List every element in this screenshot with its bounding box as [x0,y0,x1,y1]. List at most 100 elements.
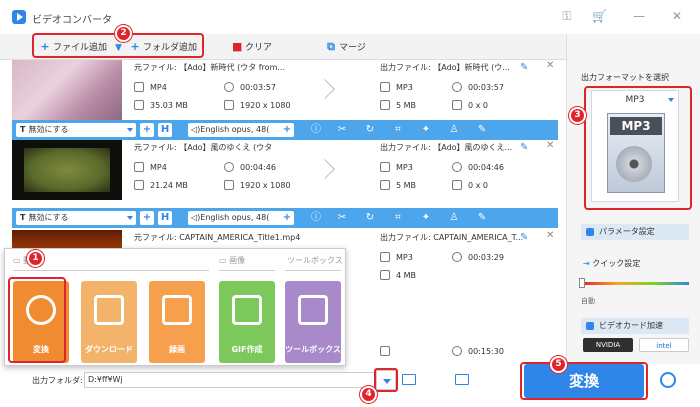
slider-auto-label: 自動 [581,297,595,305]
text-icon: T [20,125,26,134]
slider-handle[interactable] [579,278,585,288]
watermark-icon[interactable]: ♙ [448,212,460,224]
nvidia-badge: NVIDIA [583,338,633,352]
resolution-icon [224,180,234,190]
source-file-name: 元ファイル: 【Ado】新時代 (ウタ from... [134,63,285,72]
close-button[interactable]: ✕ [670,9,684,23]
edit-name-icon[interactable]: ✎ [520,232,528,243]
record-tile[interactable]: 録画 [149,281,205,363]
output-format [380,346,396,356]
thumbnail-scene [24,148,110,192]
add-subtitle-button[interactable]: + [140,123,154,137]
alarm-clock-icon[interactable] [660,372,676,388]
output-size: 4 MB [380,270,416,280]
output-folder-input[interactable]: D:¥ff¥Wj [84,372,378,388]
hardsub-button[interactable]: H [158,211,172,225]
crop-icon[interactable]: ⌗ [392,124,404,136]
title-bar: ビデオコンバータ ⚿ 🛒 — ✕ [0,0,700,34]
effects-icon[interactable]: ✦ [420,212,432,224]
key-icon[interactable]: ⚿ [560,9,574,23]
scissors-icon[interactable]: ✂ [336,212,348,224]
section-divider [13,270,209,271]
edit-name-icon[interactable]: ✎ [520,62,528,73]
merge-icon: ⧉ [327,40,335,53]
source-size: 35.03 MB [134,100,188,110]
clock-icon [452,162,462,172]
format-icon [380,252,390,262]
file-row[interactable]: 元ファイル: 【Ado】風のゆくえ (ウタ MP4 00:04:46 21.24… [12,140,558,200]
resolution-icon [224,100,234,110]
video-thumbnail[interactable] [12,140,122,200]
clear-button[interactable]: ■ クリア [232,39,272,55]
subtitle-edit-icon[interactable]: ✎ [476,124,488,136]
remove-row-icon[interactable]: ✕ [546,230,554,241]
chevron-down-icon [127,216,133,220]
chevron-down-icon [127,128,133,132]
options-bar: T 無効にする + H ◁)English opus, 48( + ⓘ ✂ ↻ ⌗… [12,208,558,228]
sliders-icon [586,228,594,236]
effects-icon[interactable]: ✦ [420,124,432,136]
rotate-icon[interactable]: ↻ [364,124,376,136]
image-icon: ▭ [219,256,230,265]
remove-row-icon[interactable]: ✕ [546,60,554,71]
scissors-icon[interactable]: ✂ [336,124,348,136]
crop-icon[interactable]: ⌗ [392,212,404,224]
clock-icon [452,82,462,92]
subtitle-dropdown[interactable]: T 無効にする [16,211,136,225]
add-audio-button[interactable]: + [280,211,294,225]
highlight-format [584,86,692,210]
rotate-icon[interactable]: ↻ [364,212,376,224]
source-duration: 00:04:46 [224,162,276,172]
info-icon[interactable]: ⓘ [310,212,322,224]
output-format: MP3 [380,252,413,262]
watermark-icon[interactable]: ♙ [448,124,460,136]
toolbox-tile[interactable]: ツールボックス [285,281,341,363]
minimize-button[interactable]: — [632,9,646,23]
section-tools-label: ツールボックス [287,256,343,265]
step-badge-5: 5 [550,356,567,373]
audio-track-dropdown[interactable]: ◁)English opus, 48( [188,211,284,225]
remove-row-icon[interactable]: ✕ [546,140,554,151]
file-size-icon [380,270,390,280]
parameter-settings-button[interactable]: パラメータ設定 [581,224,689,240]
quality-slider[interactable] [581,282,689,285]
arrow-icon: ⇥ [583,259,593,268]
add-audio-button[interactable]: + [280,123,294,137]
toolbox-icon [298,295,328,325]
format-icon [380,82,390,92]
clock-icon [452,252,462,262]
video-thumbnail[interactable] [12,60,122,120]
format-label: 出力フォーマットを選択 [581,73,669,82]
audio-track-dropdown[interactable]: ◁)English opus, 48( [188,123,284,137]
output-format: MP3 [380,162,413,172]
add-subtitle-button[interactable]: + [140,211,154,225]
output-file-name: 出力ファイル: 【Ado】風のゆくえ... [380,143,513,152]
format-icon [380,346,390,356]
hardsub-button[interactable]: H [158,123,172,137]
output-duration: 00:03:29 [452,252,504,262]
edit-name-icon[interactable]: ✎ [520,142,528,153]
subtitle-edit-icon[interactable]: ✎ [476,212,488,224]
source-resolution: 1920 x 1080 [224,100,291,110]
subtitle-dropdown[interactable]: T 無効にする [16,123,136,137]
app-title: ビデオコンバータ [32,15,112,26]
file-info-icon[interactable] [455,374,469,385]
format-icon [134,82,144,92]
source-format: MP4 [134,82,167,92]
output-resolution: 0 x 0 [452,180,488,190]
file-size-icon [134,180,144,190]
cart-icon[interactable]: 🛒 [592,9,607,23]
info-icon[interactable]: ⓘ [310,124,322,136]
output-file-name: 出力ファイル: 【Ado】新時代 (ウ... [380,63,510,72]
app-logo-icon [12,10,26,24]
gif-maker-tile[interactable]: GIF作成 [219,281,275,363]
gpu-acceleration-button[interactable]: ビデオカード加速 [581,318,689,334]
download-icon [94,295,124,325]
source-resolution: 1920 x 1080 [224,180,291,190]
open-folder-icon[interactable] [402,374,416,385]
merge-button[interactable]: ⧉ マージ [326,39,366,55]
download-tile[interactable]: ダウンロード [81,281,137,363]
quick-settings-label: ⇥ クイック設定 [583,259,641,268]
source-duration: 00:03:57 [224,82,276,92]
file-row[interactable]: 元ファイル: 【Ado】新時代 (ウタ from... MP4 00:03:57… [12,60,558,120]
